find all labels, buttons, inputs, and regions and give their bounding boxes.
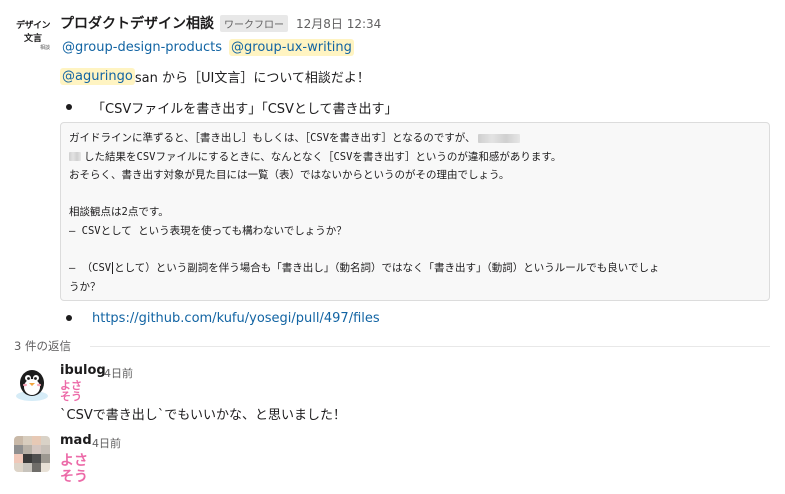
reply-timestamp[interactable]: 4日前 bbox=[92, 435, 121, 451]
avatar-pixel bbox=[32, 463, 41, 472]
reply-author[interactable]: ibulog bbox=[60, 363, 106, 378]
code-line: した結果をCSVファイルにするときに、なんとなく［CSVを書き出す］というのが違… bbox=[69, 148, 761, 167]
avatar-pixel bbox=[32, 454, 41, 463]
redacted-text bbox=[69, 152, 81, 162]
thread-replies-count: 3 件の返信 bbox=[14, 339, 71, 353]
penguin-icon[interactable] bbox=[14, 366, 50, 402]
avatar-pixel bbox=[23, 463, 32, 472]
code-line: うか？ bbox=[69, 280, 101, 293]
group-mentions: @group-design-products @group-ux-writing bbox=[60, 36, 354, 58]
mention-user[interactable]: @aguringo bbox=[60, 67, 135, 85]
list-item: https://github.com/kufu/yosegi/pull/497/… bbox=[66, 308, 380, 328]
github-pr-link[interactable]: https://github.com/kufu/yosegi/pull/497/… bbox=[92, 311, 380, 326]
thread-reply: ibulog 4日前 よさ そう `CSVで書き出し`でもいいかな、と思いました… bbox=[0, 360, 785, 430]
list-item-text: 「CSVファイルを書き出す」「CSVとして書き出す」 bbox=[92, 101, 398, 117]
code-line: 相談観点は2点です。 bbox=[69, 206, 169, 219]
thread-divider bbox=[90, 346, 770, 347]
redacted-text bbox=[477, 133, 520, 143]
code-line: – CSVとして という表現を使っても構わないでしょうか？ bbox=[69, 224, 347, 237]
yosasou-emoji: よさ そう bbox=[60, 379, 82, 403]
avatar-pixel bbox=[23, 445, 32, 454]
avatar-pixel bbox=[41, 436, 50, 445]
avatar-pixel bbox=[23, 436, 32, 445]
code-block[interactable]: ガイドラインに準ずると、［書き出し］もしくは、［CSVを書き出す］となるのですが… bbox=[60, 122, 770, 301]
thread-reply: mad 4日前 よさ そう bbox=[0, 430, 785, 494]
bullet-dot bbox=[66, 315, 72, 321]
reply-text: `CSVで書き出し`でもいいかな、と思いました！ bbox=[60, 408, 346, 423]
avatar-pixel bbox=[14, 436, 23, 445]
pixelated-avatar[interactable] bbox=[14, 436, 50, 472]
code-line: おそらく、書き出す対象が見た目には一覧（表）ではないからというのがその理由でしょ… bbox=[69, 169, 510, 182]
avatar-pixel bbox=[23, 454, 32, 463]
list-item: 「CSVファイルを書き出す」「CSVとして書き出す」 bbox=[66, 97, 398, 117]
avatar-pixel bbox=[41, 454, 50, 463]
code-line: – （CSV として）という副詞を伴う場合も「書き出し」（動名詞）ではなく「書き出… bbox=[69, 262, 660, 275]
yosasou-emoji: よさ そう bbox=[60, 453, 88, 485]
avatar-pixel bbox=[14, 454, 23, 463]
code-line: ガイドラインに準ずると、［書き出し］もしくは、［CSVを書き出す］となるのですが… bbox=[69, 129, 761, 148]
avatar-pixel bbox=[32, 436, 41, 445]
mention-group-design-products[interactable]: @group-design-products bbox=[60, 39, 224, 56]
mention-group-ux-writing[interactable]: @group-ux-writing bbox=[229, 38, 354, 56]
app-avatar[interactable]: デザイン 文言 相談 bbox=[14, 14, 52, 56]
app-name[interactable]: プロダクトデザイン相談 bbox=[60, 13, 214, 33]
message-header: プロダクトデザイン相談 ワークフロー 12月8日 12:34 bbox=[60, 13, 381, 33]
message-timestamp[interactable]: 12月8日 12:34 bbox=[296, 15, 381, 32]
app-avatar-line2: 文言 bbox=[23, 34, 42, 44]
workflow-badge: ワークフロー bbox=[220, 14, 288, 32]
avatar-pixel bbox=[32, 445, 41, 454]
avatar-pixel bbox=[41, 445, 50, 454]
reply-author[interactable]: mad bbox=[60, 433, 92, 448]
app-avatar-line3: 相談 bbox=[39, 45, 50, 51]
text-cursor bbox=[112, 262, 114, 275]
avatar-pixel bbox=[14, 445, 23, 454]
bullet-dot bbox=[66, 104, 72, 110]
avatar-pixel bbox=[14, 463, 23, 472]
avatar-pixel bbox=[41, 463, 50, 472]
intro-line: @aguringo san から［UI文言］について相談だよ！ bbox=[60, 65, 370, 87]
intro-text: san から［UI文言］について相談だよ！ bbox=[134, 70, 370, 86]
reply-timestamp[interactable]: 4日前 bbox=[104, 365, 133, 381]
app-avatar-line1: デザイン bbox=[15, 21, 51, 31]
